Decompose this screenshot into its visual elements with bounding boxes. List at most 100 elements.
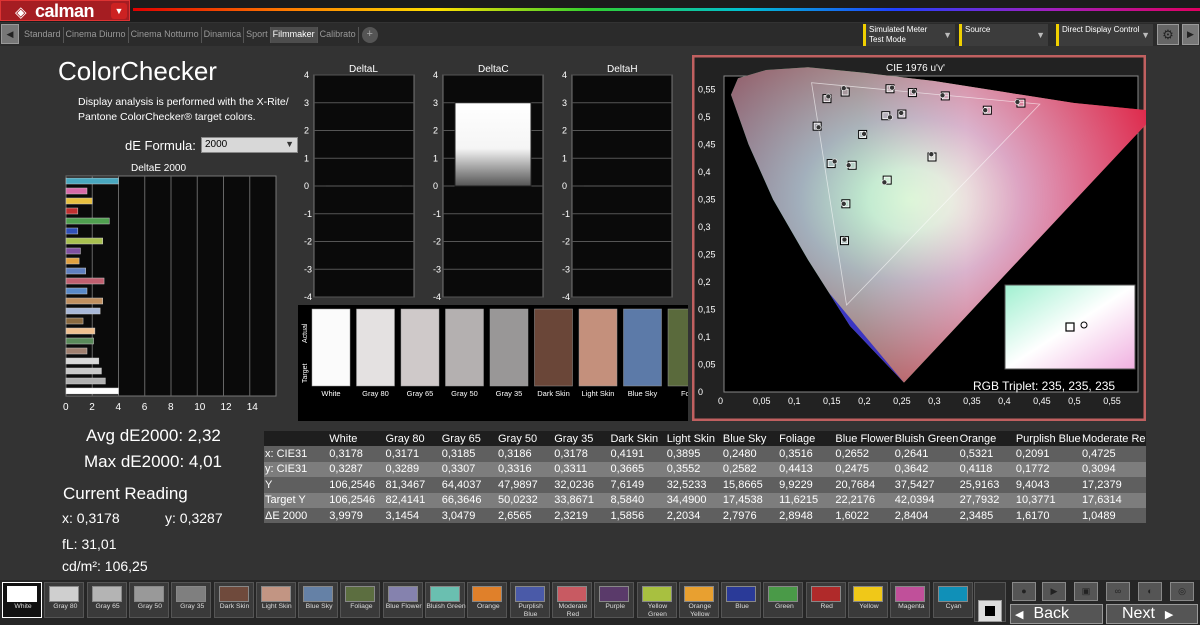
deltae-bar — [65, 297, 103, 305]
settings-icon[interactable]: ◎ — [1170, 582, 1194, 601]
patch-label: Purple — [605, 603, 626, 610]
chevron-down-icon[interactable]: ▼ — [111, 3, 127, 19]
patch-yellow[interactable]: Yellow — [848, 582, 888, 618]
patch-blue-sky[interactable]: Blue Sky — [298, 582, 339, 618]
cie-y-tick: 0,15 — [698, 304, 716, 314]
deltae-bar — [65, 227, 79, 235]
delta-tick-label: -1 — [304, 209, 312, 219]
table-cell: ΔE 2000 — [264, 507, 329, 524]
patch-foliage[interactable]: Foliage — [340, 582, 381, 618]
patch-gray-35[interactable]: Gray 35 — [171, 582, 212, 618]
play-button[interactable]: ▶ — [1042, 582, 1066, 601]
table-cell: 2,7976 — [721, 507, 779, 524]
patch-white[interactable]: White — [2, 582, 42, 618]
tab-cinema-notturno[interactable]: Cinema Notturno — [129, 27, 202, 43]
swatch-label: White — [321, 389, 340, 398]
deltae-bar — [65, 197, 93, 205]
source-dropdown[interactable]: Source ▼ — [959, 24, 1048, 46]
chevron-down-icon: ▼ — [285, 139, 294, 149]
patch-label: Moderate Red — [558, 603, 588, 618]
patch-blue-flower[interactable]: Blue Flower — [382, 582, 423, 618]
delta-tick-label: -3 — [304, 264, 312, 274]
deltae-bar — [65, 367, 102, 375]
patch-gray-50[interactable]: Gray 50 — [128, 582, 169, 618]
table-cell: 1,5856 — [609, 507, 666, 524]
page-title: ColorChecker — [58, 56, 217, 86]
deltae-bar — [65, 177, 119, 185]
back-button[interactable]: ◀ Back — [1010, 604, 1103, 624]
patch-light-skin[interactable]: Light Skin — [255, 582, 296, 618]
delta-tick-label: -3 — [562, 264, 570, 274]
patch-dark-skin[interactable]: Dark Skin — [213, 582, 254, 618]
deltae-bar — [65, 237, 103, 245]
patch-gray-80[interactable]: Gray 80 — [44, 582, 85, 618]
tab-scroll-right-button[interactable]: ▶ — [1182, 24, 1199, 45]
next-label: Next — [1122, 605, 1155, 622]
delta-tick-label: 0 — [562, 181, 567, 191]
delta-bar — [454, 102, 532, 187]
patch-chip — [49, 586, 80, 602]
cie-x-tick: 0,35 — [963, 396, 981, 406]
patch-yellow-green[interactable]: Yellow Green — [636, 582, 677, 618]
table-cell: 34,4900 — [665, 492, 722, 508]
swatch-label: Gray 50 — [451, 389, 478, 398]
delta-tick-label: 0 — [433, 181, 438, 191]
cie-measured-marker — [982, 107, 989, 114]
table-cell: 0,3178 — [553, 446, 610, 462]
deltae-bar — [65, 307, 101, 315]
app-logo-button[interactable]: ◈ calman ▼ — [0, 0, 130, 21]
tab-filmmaker[interactable]: Filmmaker — [270, 27, 318, 43]
patch-green[interactable]: Green — [763, 582, 804, 618]
patch-magenta[interactable]: Magenta — [890, 582, 931, 618]
tab-calibrato[interactable]: Calibrato — [318, 27, 359, 43]
table-cell: 0,3316 — [496, 461, 554, 478]
current-fl: fL: 31,01 — [62, 536, 117, 552]
patch-moderate-red[interactable]: Moderate Red — [551, 582, 592, 618]
patch-purple[interactable]: Purple — [594, 582, 635, 618]
table-cell: 33,8671 — [553, 492, 610, 508]
delta-tick-label: -4 — [433, 292, 441, 302]
gear-icon[interactable]: ⚙ — [1157, 24, 1179, 45]
patch-chip — [303, 586, 334, 602]
cie-measured-marker — [928, 151, 935, 158]
add-tab-button[interactable]: + — [361, 27, 378, 43]
delta-tick-label: -2 — [304, 237, 312, 247]
next-button[interactable]: Next ▶ — [1106, 604, 1198, 624]
record-button[interactable]: ● — [1012, 582, 1036, 601]
patch-orange[interactable]: Orange — [467, 582, 508, 618]
deltae-bar — [65, 377, 106, 385]
patch-gray-65[interactable]: Gray 65 — [86, 582, 127, 618]
patch-cyan[interactable]: Cyan — [932, 582, 973, 618]
save-icon[interactable]: ▣ — [1074, 582, 1098, 601]
patch-blue[interactable]: Blue — [721, 582, 762, 618]
stop-button[interactable] — [978, 600, 1002, 622]
avg-de-value: Avg dE2000: 2,32 — [86, 426, 221, 445]
meter-dropdown[interactable]: Simulated Meter Test Mode ▼ — [863, 24, 955, 46]
table-cell: 47,9897 — [496, 477, 554, 493]
tab-sport[interactable]: Sport — [244, 27, 271, 43]
table-cell: 17,2379 — [1080, 477, 1146, 493]
formula-select[interactable]: 2000 ▼ — [201, 137, 298, 153]
tab-cinema-diurno[interactable]: Cinema Diurno — [64, 27, 129, 43]
cie-x-tick: 0 — [718, 396, 723, 406]
table-cell: Target Y — [264, 492, 329, 508]
display-control-dropdown[interactable]: Direct Display Control ▼ — [1056, 24, 1153, 46]
patch-red[interactable]: Red — [805, 582, 846, 618]
table-cell: 66,3646 — [440, 492, 497, 508]
cie-zoom-inset — [1004, 284, 1136, 370]
swatch-label: Light Skin — [582, 389, 615, 398]
table-cell: 0,2652 — [834, 446, 894, 462]
patch-purplish-blue[interactable]: Purplish Blue — [509, 582, 550, 618]
loop-icon[interactable]: ∞ — [1106, 582, 1130, 601]
tab-scroll-left-button[interactable]: ◀ — [1, 24, 19, 44]
patch-bluish-green[interactable]: Bluish Green — [425, 582, 466, 618]
chevron-down-icon: ▼ — [943, 30, 952, 40]
disabled-icon[interactable]: ◐ — [1138, 582, 1162, 601]
cie-y-tick: 0,25 — [698, 249, 716, 259]
patch-label: Gray 80 — [53, 603, 78, 610]
patch-orange-yellow[interactable]: Orange Yellow — [678, 582, 719, 618]
tab-dinamica[interactable]: Dinamica — [202, 27, 245, 43]
tab-standard[interactable]: Standard — [22, 27, 64, 43]
cie-measured-marker — [881, 179, 888, 186]
current-cdm: cd/m²: 106,25 — [62, 558, 148, 574]
